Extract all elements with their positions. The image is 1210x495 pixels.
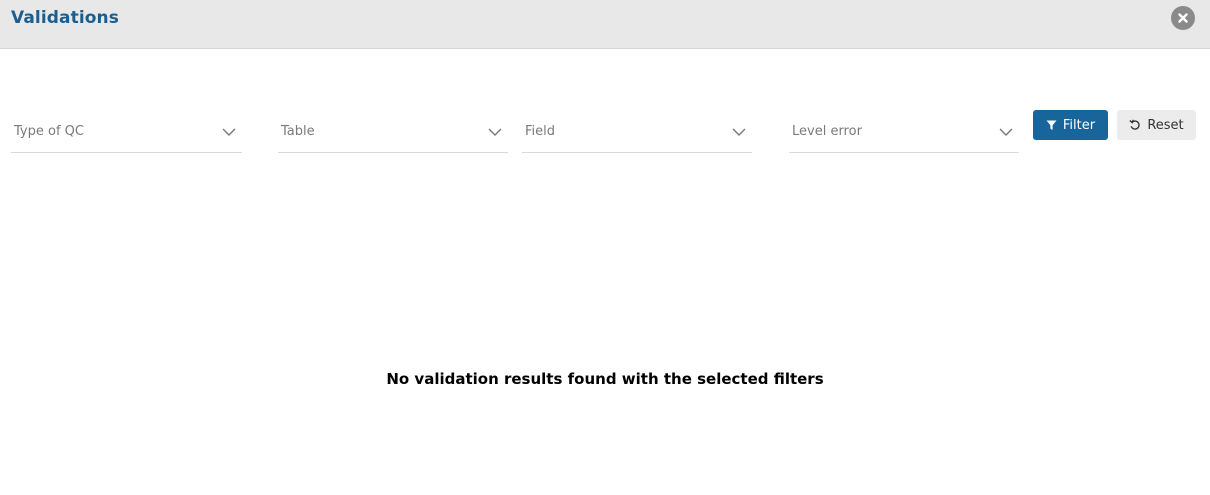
close-button[interactable]: [1171, 6, 1195, 30]
table-dropdown[interactable]: Table: [278, 114, 508, 153]
chevron-down-icon: [732, 128, 746, 136]
reset-button[interactable]: Reset: [1117, 110, 1196, 140]
undo-icon: [1129, 119, 1141, 131]
table-placeholder: Table: [281, 124, 315, 139]
type-of-qc-placeholder: Type of QC: [14, 124, 84, 139]
filter-button-label: Filter: [1062, 117, 1096, 133]
level-error-dropdown[interactable]: Level error: [789, 114, 1019, 153]
level-error-placeholder: Level error: [792, 124, 862, 139]
dialog-header: Validations: [0, 0, 1210, 49]
close-icon: [1178, 13, 1188, 23]
empty-results-message: No validation results found with the sel…: [386, 370, 824, 388]
chevron-down-icon: [999, 128, 1013, 136]
dialog-title: Validations: [11, 8, 119, 28]
filter-button[interactable]: Filter: [1033, 110, 1108, 140]
reset-button-label: Reset: [1147, 117, 1184, 133]
field-dropdown[interactable]: Field: [522, 114, 752, 153]
chevron-down-icon: [222, 128, 236, 136]
validations-dialog: Validations Type of QC Table Field Level…: [0, 0, 1210, 495]
chevron-down-icon: [488, 128, 502, 136]
type-of-qc-dropdown[interactable]: Type of QC: [11, 114, 242, 153]
field-placeholder: Field: [525, 124, 556, 139]
funnel-icon: [1046, 120, 1057, 131]
